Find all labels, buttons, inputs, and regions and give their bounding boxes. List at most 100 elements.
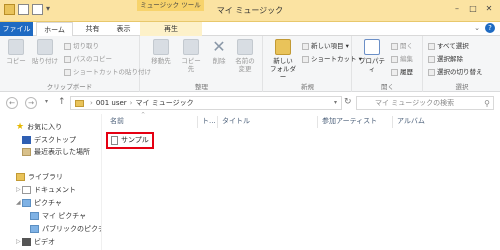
expand-arrow-icon[interactable]: ▷ xyxy=(16,238,21,245)
address-row: ← → ▾ ↑ › 001 user › マイ ミュージック ▾ ↻ マイ ミュージッ… xyxy=(0,92,500,114)
help-icon[interactable]: ? xyxy=(485,23,495,33)
cut-button[interactable]: 切り取り xyxy=(64,40,99,50)
nav-item-documents[interactable]: ドキュメント xyxy=(22,185,76,195)
nav-item-public-pictures[interactable]: パブリックのピクチャ xyxy=(30,224,112,234)
file-icon xyxy=(111,135,118,145)
select-none-label: 選択解除 xyxy=(437,55,463,63)
column-header-name[interactable]: 名前 xyxy=(110,116,124,126)
nav-item-recent[interactable]: 最近表示した場所 xyxy=(22,147,90,157)
nav-item-desktop[interactable]: デスクトップ xyxy=(22,135,76,145)
nav-label: デスクトップ xyxy=(34,136,76,144)
breadcrumb-user[interactable]: 001 user xyxy=(96,99,127,107)
paste-icon xyxy=(37,39,53,55)
up-arrow-icon[interactable]: ↑ xyxy=(58,97,66,107)
file-list: ^ 名前 ト... タイトル 参加アーティスト アルバム サンプル xyxy=(101,112,500,250)
shortcut-icon xyxy=(64,68,71,76)
column-header-title[interactable]: タイトル xyxy=(222,116,250,126)
group-select: すべて選択 選択解除 選択の切り替え 選択 xyxy=(424,36,500,92)
scissors-icon xyxy=(64,42,71,50)
new-item-button[interactable]: 新しい項目 ▾ xyxy=(302,40,349,50)
minimize-icon[interactable]: – xyxy=(450,3,464,15)
recent-locations-chevron-icon[interactable]: ▾ xyxy=(45,98,48,105)
column-header-artist[interactable]: 参加アーティスト xyxy=(322,116,377,126)
select-all-button[interactable]: すべて選択 xyxy=(428,40,469,50)
rename-button[interactable]: 名前の 変更 xyxy=(233,39,257,73)
sort-indicator-icon: ^ xyxy=(141,112,146,118)
nav-item-my-pictures[interactable]: マイ ピクチャ xyxy=(30,211,86,221)
rename-label-1: 名前の xyxy=(235,57,255,65)
new-folder-button[interactable]: 新しい フォルダー xyxy=(268,39,298,81)
window-title: マイ ミュージック xyxy=(216,6,284,15)
nav-item-pictures[interactable]: ピクチャ xyxy=(22,198,62,208)
select-all-icon xyxy=(428,42,435,50)
close-icon[interactable]: ✕ xyxy=(482,3,496,15)
folder-icon xyxy=(75,99,84,107)
group-label-open: 開く xyxy=(381,83,394,91)
forward-arrow-icon[interactable]: → xyxy=(25,97,37,109)
pictures-icon xyxy=(22,199,31,207)
history-button[interactable]: 履歴 xyxy=(391,66,413,76)
open-button[interactable]: 開く xyxy=(391,40,413,50)
group-new: 新しい フォルダー 新しい項目 ▾ ショートカット ▾ 新規 xyxy=(264,36,362,92)
nav-item-videos[interactable]: ビデオ xyxy=(22,237,55,247)
nav-label: ドキュメント xyxy=(34,186,76,194)
address-bar[interactable]: › 001 user › マイ ミュージック xyxy=(70,96,342,110)
list-item[interactable]: サンプル xyxy=(106,132,154,149)
back-arrow-icon[interactable]: ← xyxy=(6,97,18,109)
copy-to-label: コピー先 xyxy=(181,57,201,73)
cut-label: 切り取り xyxy=(73,42,99,50)
star-icon: ★ xyxy=(16,122,25,132)
paste-button[interactable]: 貼り付け xyxy=(30,39,60,65)
breadcrumb-separator-icon: › xyxy=(90,99,93,107)
invert-selection-button[interactable]: 選択の切り替え xyxy=(428,66,483,76)
tab-share[interactable]: 共有 xyxy=(80,22,105,36)
maximize-icon[interactable]: □ xyxy=(466,3,480,15)
shortcut-label: ショートカット xyxy=(311,55,357,63)
expand-arrow-icon[interactable]: ▷ xyxy=(16,186,21,193)
column-header-track[interactable]: ト... xyxy=(202,116,216,126)
history-icon xyxy=(391,68,398,76)
title-bar: ▾ ミュージック ツール マイ ミュージック – □ ✕ xyxy=(0,0,500,22)
nav-item-favorites[interactable]: ★ お気に入り xyxy=(16,122,62,132)
column-header-album[interactable]: アルバム xyxy=(397,116,425,126)
pictures-icon xyxy=(30,212,39,220)
copy-label: コピー xyxy=(6,57,26,65)
nav-label: お気に入り xyxy=(27,123,63,131)
new-folder-label-2: フォルダー xyxy=(270,65,296,81)
refresh-icon[interactable]: ↻ xyxy=(344,97,352,107)
tab-file[interactable]: ファイル xyxy=(0,22,33,36)
copy-button[interactable]: コピー xyxy=(4,39,28,65)
group-clipboard: コピー 貼り付け 切り取り パスのコピー ショートカットの貼り付け クリップボー… xyxy=(0,36,151,92)
tab-home[interactable]: ホーム xyxy=(36,22,73,36)
nav-label: ピクチャ xyxy=(34,199,62,207)
copy-path-button[interactable]: パスのコピー xyxy=(64,53,112,63)
search-icon[interactable]: ⚲ xyxy=(484,98,490,110)
search-input[interactable]: マイ ミュージックの検索 ⚲ xyxy=(356,96,494,110)
paste-shortcut-button[interactable]: ショートカットの貼り付け xyxy=(64,66,151,76)
new-folder-icon xyxy=(275,39,291,55)
collapse-arrow-icon[interactable]: ◢ xyxy=(16,199,21,206)
nav-label: ビデオ xyxy=(34,238,55,246)
breadcrumb-my-music[interactable]: マイ ミュージック xyxy=(135,99,193,107)
edit-button[interactable]: 編集 xyxy=(391,53,413,63)
ribbon: コピー 貼り付け 切り取り パスのコピー ショートカットの貼り付け クリップボー… xyxy=(0,36,500,92)
address-dropdown-icon[interactable]: ▾ xyxy=(334,99,337,106)
file-name: サンプル xyxy=(121,136,149,144)
edit-label: 編集 xyxy=(400,55,413,63)
column-divider[interactable] xyxy=(392,116,393,128)
delete-button[interactable]: ✕ 削除 xyxy=(209,39,229,66)
column-divider[interactable] xyxy=(217,116,218,128)
move-to-button[interactable]: 移動先 xyxy=(149,39,173,65)
column-divider[interactable] xyxy=(317,116,318,128)
edit-icon xyxy=(391,55,398,63)
select-none-button[interactable]: 選択解除 xyxy=(428,53,463,63)
nav-item-libraries[interactable]: ライブラリ xyxy=(16,172,63,182)
tab-play[interactable]: 再生 xyxy=(140,22,202,36)
chevron-down-icon[interactable]: ⌄ xyxy=(474,24,480,32)
nav-label: ライブラリ xyxy=(28,173,63,181)
properties-button[interactable]: プロパティ xyxy=(357,39,387,73)
tab-view[interactable]: 表示 xyxy=(111,22,136,36)
column-divider[interactable] xyxy=(197,116,198,128)
group-label-new: 新規 xyxy=(301,83,314,91)
copy-to-button[interactable]: コピー先 xyxy=(179,39,203,73)
